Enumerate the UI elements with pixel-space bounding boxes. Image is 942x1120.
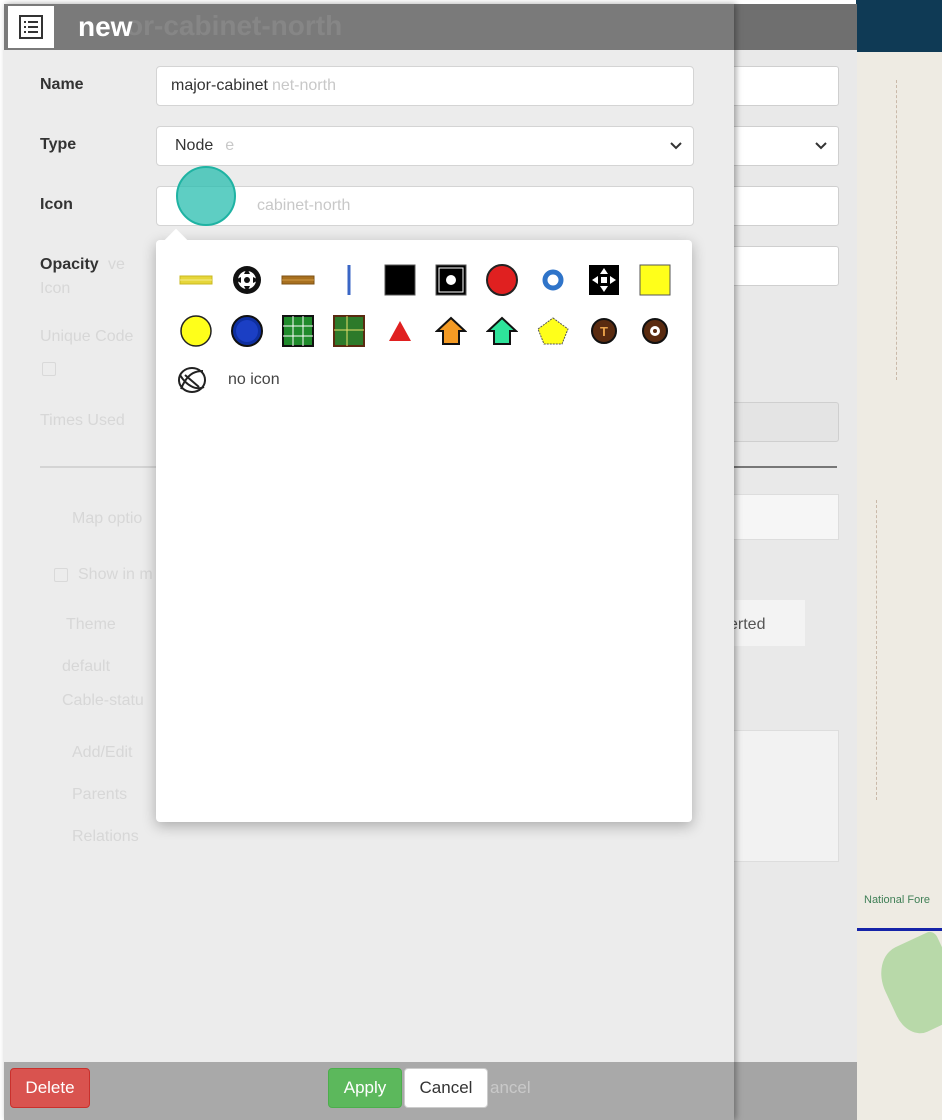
list-menu-icon [19,15,43,39]
blue-ring-icon[interactable] [527,258,578,302]
green-grid-icon[interactable] [272,309,323,353]
background-field [721,246,839,286]
show-in-map-checkbox [54,568,68,582]
type-ghost-text: e [225,137,235,154]
background-divider [721,466,837,468]
brown-circle-dot-icon[interactable] [629,309,680,353]
yellow-square-icon[interactable] [629,258,680,302]
theme-default: default [62,658,111,675]
red-circle-icon[interactable] [476,258,527,302]
no-icon-icon [170,358,214,402]
blue-vertical-line-icon[interactable] [323,258,374,302]
opacity-ghost-text: Icon [40,280,71,297]
background-field [721,66,839,106]
background-field [721,402,839,442]
menu-button[interactable] [8,6,54,48]
green-house-icon[interactable] [476,309,527,353]
no-icon-option[interactable]: no icon [170,358,280,402]
crosshair-circle-icon[interactable] [221,258,272,302]
delete-button[interactable]: Delete [10,1068,90,1108]
cancel-button[interactable]: Cancel [404,1068,488,1108]
yellow-bar-icon[interactable] [170,258,221,302]
icon-picker-popup: T no icon [156,228,692,822]
icon-row [170,258,680,302]
cursor-highlight [176,166,236,226]
name-input[interactable]: major-cabinet net-north [156,66,694,106]
green-grid-dark-icon[interactable] [323,309,374,353]
relations-label: Relations [72,828,139,845]
black-square-white-dot-icon[interactable] [425,258,476,302]
dialog-title: new [78,11,133,42]
inverted-label: erted [729,616,766,633]
unique-code-checkbox [42,362,56,376]
type-label: Type [40,136,77,153]
type-value: Node [175,137,214,154]
brown-circle-t-icon[interactable]: T [578,309,629,353]
map-trail [876,500,877,800]
red-triangle-icon[interactable] [374,309,425,353]
theme-cable-status: Cable-statu [62,692,144,709]
svg-text:T: T [600,324,608,339]
no-icon-label: no icon [228,371,280,388]
times-used-label: Times Used [40,412,125,429]
dialog-header: or-cabinet-north new [4,4,734,50]
icon-label: Icon [40,196,73,213]
map-forest [870,929,942,1041]
icon-input[interactable]: cabinet-north [156,186,694,226]
brown-bar-icon[interactable] [272,258,323,302]
map-label: National Fore [864,894,931,906]
ghost-title: or-cabinet-north [126,10,343,41]
popup-arrow [164,228,188,252]
black-square-icon[interactable] [374,258,425,302]
type-select[interactable]: Node e [156,126,694,166]
parents-label: Parents [72,786,128,803]
name-value: major-cabinet [171,77,268,94]
background-panel [721,730,839,862]
name-ghost-text: net-north [271,77,336,94]
black-square-arrows-icon[interactable] [578,258,629,302]
add-edit-label: Add/Edit [72,744,133,761]
map-trail [896,80,897,380]
background-panel [721,494,839,540]
orange-house-icon[interactable] [425,309,476,353]
apply-button[interactable]: Apply [328,1068,402,1108]
background-map: National Fore [856,0,942,1120]
background-field [721,126,839,166]
background-field [721,186,839,226]
chevron-down-icon [670,142,682,150]
edit-dialog: or-cabinet-north new Name major-cabinet … [4,4,734,1120]
ghost-cancel-text: ancel [490,1078,531,1097]
chevron-down-icon [815,142,827,150]
blue-circle-icon[interactable] [221,309,272,353]
map-top-bar [856,0,942,52]
show-in-map-label: Show in m [78,566,153,583]
yellow-house-icon[interactable] [527,309,578,353]
name-label: Name [40,76,84,93]
opacity-label: Opacity [40,256,99,273]
icon-row: T [170,309,680,353]
yellow-circle-icon[interactable] [170,309,221,353]
icon-ghost-text: cabinet-north [257,197,351,214]
theme-header: Theme [66,616,116,633]
opacity-ghost-text: ve [108,256,125,273]
map-options-label: Map optio [72,510,143,527]
unique-code-label: Unique Code [40,328,134,345]
divider [40,466,156,468]
dialog-footer: Delete Apply Cancel ancel [4,1062,734,1120]
